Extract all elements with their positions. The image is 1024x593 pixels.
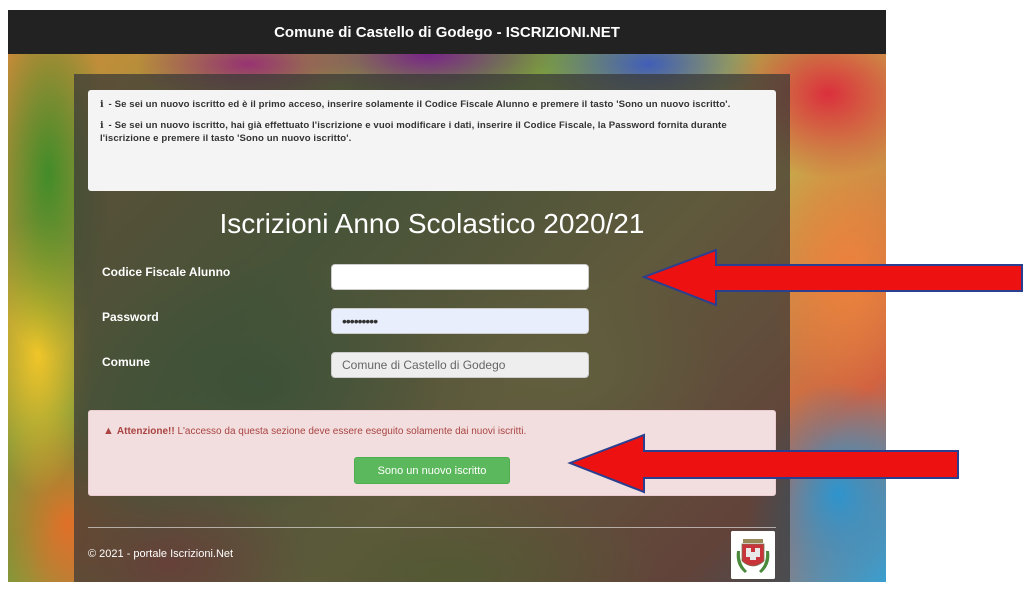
info-icon: i (100, 99, 104, 110)
info-text-2: - Se sei un nuovo iscritto, hai già effe… (100, 120, 727, 144)
info-paragraph-1: i - Se sei un nuovo iscritto ed è il pri… (100, 98, 764, 111)
codice-fiscale-input[interactable] (331, 264, 589, 290)
info-box: i - Se sei un nuovo iscritto ed è il pri… (88, 90, 776, 191)
info-paragraph-2: i - Se sei un nuovo iscritto, hai già ef… (100, 119, 764, 145)
red-arrow-left-icon (641, 248, 1023, 307)
password-input[interactable] (331, 308, 589, 334)
page-title: Iscrizioni Anno Scolastico 2020/21 (219, 208, 645, 239)
alert-text: L'accesso da questa sezione deve essere … (174, 426, 527, 437)
codice-fiscale-label: Codice Fiscale Alunno (102, 265, 231, 279)
password-label: Password (102, 310, 159, 324)
footer-copyright: © 2021 - portale Iscrizioni.Net (88, 548, 234, 560)
warning-icon: ▲ (103, 425, 114, 437)
alert-message: ▲ Attenzione!! L'accesso da questa sezion… (103, 425, 526, 437)
footer-divider (88, 527, 776, 528)
new-subscriber-button[interactable]: Sono un nuovo iscritto (354, 457, 510, 484)
municipal-crest-logo (731, 531, 775, 579)
info-icon: i (100, 120, 104, 131)
info-text-1: - Se sei un nuovo iscritto ed è il primo… (108, 99, 731, 110)
red-arrow-left-icon (567, 433, 959, 494)
app-header: Comune di Castello di Godego - ISCRIZION… (8, 10, 886, 54)
alert-strong: Attenzione!! (116, 426, 175, 437)
header-title: Comune di Castello di Godego - ISCRIZION… (274, 23, 620, 41)
comune-field[interactable] (331, 352, 589, 378)
comune-label: Comune (102, 355, 150, 369)
